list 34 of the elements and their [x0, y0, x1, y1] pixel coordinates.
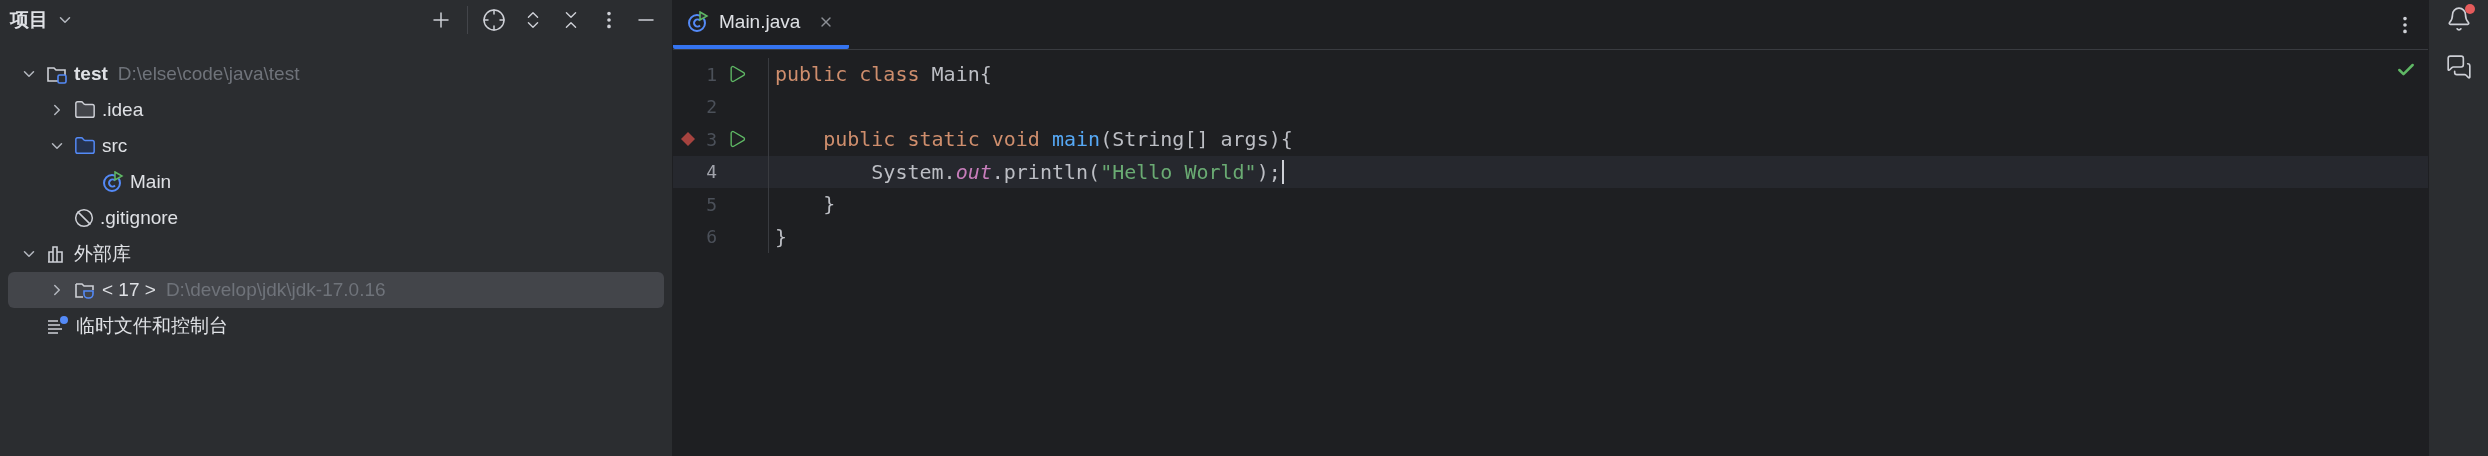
tree-item[interactable]: test D:\else\code\java\test — [8, 56, 664, 92]
tree-item[interactable]: 外部库 — [8, 236, 664, 272]
item-name: Main — [130, 169, 172, 194]
class-icon — [687, 11, 709, 33]
tree-item[interactable]: Main — [8, 164, 664, 200]
chat-icon[interactable] — [2445, 54, 2472, 80]
text-cursor — [1281, 159, 1284, 184]
breakpoint-icon[interactable] — [681, 132, 695, 147]
item-name: < 17 > — [102, 277, 156, 302]
editor-tab[interactable]: Main.java — [673, 0, 849, 49]
tree-item[interactable]: src — [8, 128, 664, 164]
item-name: test — [74, 61, 108, 86]
tree-item[interactable]: .gitignore — [8, 200, 664, 236]
folder-icon — [74, 99, 96, 121]
item-name: 外部库 — [74, 241, 131, 266]
code-line: System.out.println("Hello World"); — [769, 156, 1284, 187]
item-name: .idea — [102, 97, 144, 122]
item-name: src — [102, 133, 128, 158]
panel-title[interactable]: 项目 — [10, 5, 48, 35]
item-name: 临时文件和控制台 — [76, 313, 228, 338]
locate-icon[interactable] — [482, 8, 506, 32]
class-icon — [102, 171, 124, 193]
code-line: } — [822, 191, 836, 219]
tree-item[interactable]: 临时文件和控制台 — [8, 308, 664, 344]
ignore-file-icon — [74, 208, 94, 228]
item-name: .gitignore — [100, 205, 179, 230]
tree-item[interactable]: .idea — [8, 92, 664, 128]
line-number: 4 — [705, 160, 717, 185]
code-line: } — [774, 223, 788, 251]
source-folder-icon — [74, 135, 96, 157]
item-path: D:\else\code\java\test — [117, 61, 300, 86]
code-line: public class Main{ — [774, 61, 992, 89]
code-line: public static void main(String[] args){ — [822, 126, 1293, 154]
scratches-icon — [46, 315, 70, 337]
